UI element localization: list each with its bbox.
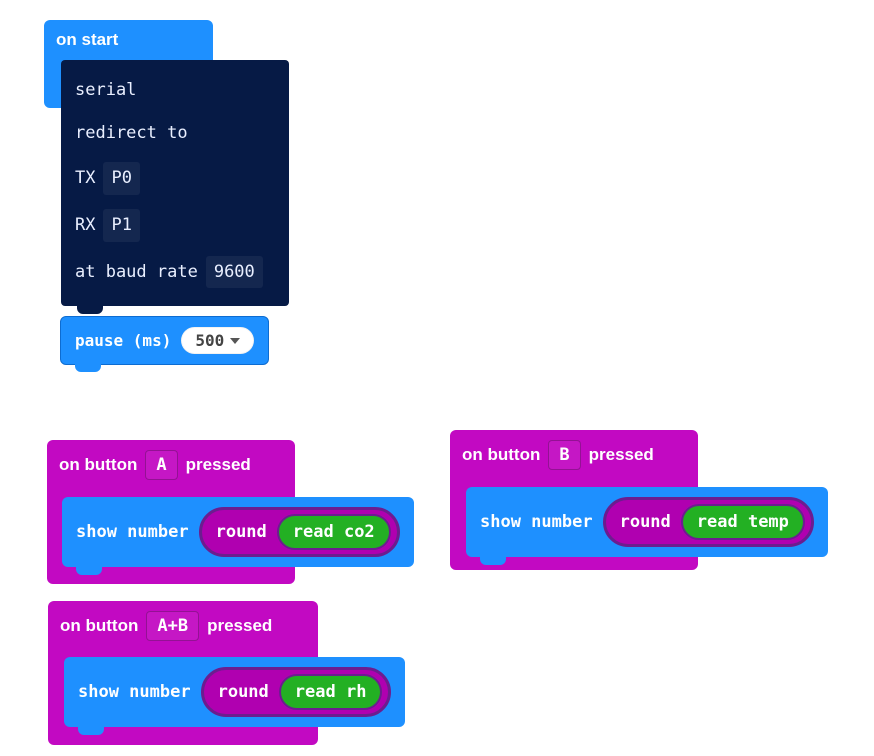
- event-suffix: pressed: [186, 455, 251, 475]
- on-start-label: on start: [54, 28, 203, 60]
- round-label: round: [218, 682, 269, 702]
- show-number-block-a[interactable]: show number round read co2: [62, 497, 414, 567]
- event-prefix: on button: [462, 445, 540, 465]
- show-number-block-b[interactable]: show number round read temp: [466, 487, 828, 557]
- chevron-down-icon: [230, 338, 240, 344]
- serial-baud-value[interactable]: 9600: [206, 256, 263, 289]
- pause-value: 500: [195, 331, 224, 350]
- serial-rx-value[interactable]: P1: [103, 209, 139, 242]
- read-co2-block[interactable]: read co2: [277, 514, 391, 550]
- serial-label-2: redirect to: [75, 119, 188, 148]
- pause-value-dropdown[interactable]: 500: [181, 327, 254, 354]
- round-block-a[interactable]: round read co2: [199, 507, 400, 557]
- button-selector-a[interactable]: A: [145, 450, 177, 480]
- read-temp-block[interactable]: read temp: [681, 504, 805, 540]
- button-selector-ab[interactable]: A+B: [146, 611, 199, 641]
- show-number-label: show number: [78, 682, 191, 702]
- event-suffix: pressed: [589, 445, 654, 465]
- serial-tx-value[interactable]: P0: [103, 162, 139, 195]
- show-number-block-ab[interactable]: show number round read rh: [64, 657, 405, 727]
- event-suffix: pressed: [207, 616, 272, 636]
- serial-redirect-block[interactable]: serial redirect to TX P0 RX P1 at baud r…: [61, 60, 289, 306]
- serial-rx-label: RX: [75, 211, 95, 240]
- pause-block[interactable]: pause (ms) 500: [60, 316, 269, 365]
- show-number-label: show number: [480, 512, 593, 532]
- event-prefix: on button: [60, 616, 138, 636]
- button-selector-b[interactable]: B: [548, 440, 580, 470]
- event-prefix: on button: [59, 455, 137, 475]
- pause-label: pause (ms): [75, 331, 171, 350]
- round-label: round: [620, 512, 671, 532]
- serial-label-1: serial: [75, 76, 136, 105]
- serial-tx-label: TX: [75, 164, 95, 193]
- round-label: round: [216, 522, 267, 542]
- read-rh-block[interactable]: read rh: [279, 674, 383, 710]
- round-block-ab[interactable]: round read rh: [201, 667, 392, 717]
- round-block-b[interactable]: round read temp: [603, 497, 814, 547]
- show-number-label: show number: [76, 522, 189, 542]
- serial-baud-label: at baud rate: [75, 258, 198, 287]
